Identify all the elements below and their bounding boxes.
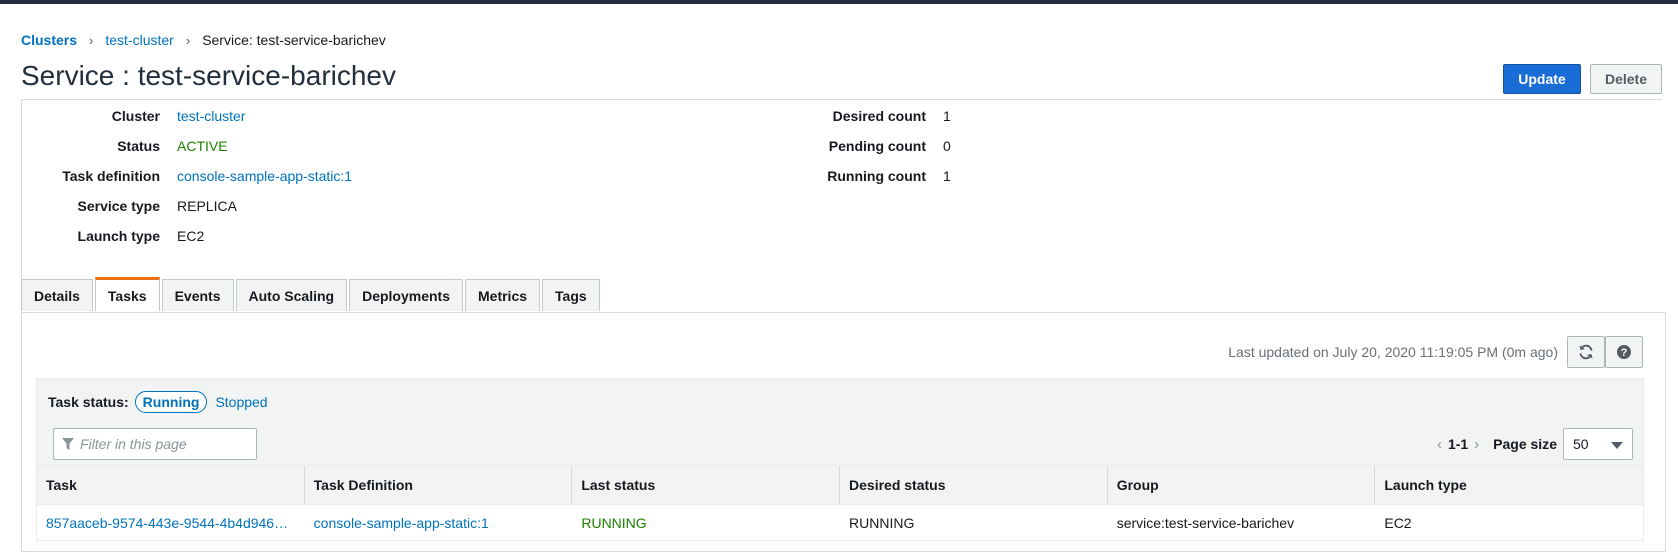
- cell-task: 857aaceb-9574-443e-9544-4b4d946875c1: [37, 505, 305, 540]
- last-updated-text: Last updated on July 20, 2020 11:19:05 P…: [1228, 344, 1558, 360]
- column-header-desired-status[interactable]: Desired status: [840, 466, 1108, 504]
- breadcrumb-cluster-link[interactable]: test-cluster: [105, 32, 173, 48]
- refresh-button[interactable]: [1567, 336, 1605, 368]
- table-header: Task Task Definition Last status Desired…: [37, 465, 1643, 505]
- table-row: 857aaceb-9574-443e-9544-4b4d946875c1 con…: [37, 505, 1643, 541]
- tab-events[interactable]: Events: [161, 279, 234, 311]
- running-count-value: 1: [943, 168, 951, 184]
- details-left-border: [21, 99, 22, 289]
- chevron-right-icon: ›: [185, 32, 191, 48]
- detail-label: Desired count: [832, 108, 926, 124]
- chevron-left-icon[interactable]: ‹: [1437, 436, 1442, 453]
- column-header-task[interactable]: Task: [37, 466, 305, 504]
- filter-bar: ‹ 1-1 › Page size 50: [36, 423, 1644, 465]
- task-definition-link[interactable]: console-sample-app-static:1: [314, 515, 489, 531]
- caret-down-icon: [1611, 442, 1623, 449]
- detail-label: Service type: [77, 198, 161, 214]
- filter-input[interactable]: [78, 435, 252, 453]
- page-size-value: 50: [1573, 436, 1589, 452]
- delete-button[interactable]: Delete: [1590, 64, 1662, 94]
- column-header-launch-type[interactable]: Launch type: [1375, 466, 1643, 504]
- desired-count-value: 1: [943, 108, 951, 124]
- help-icon: ?: [1617, 345, 1631, 359]
- cell-desired-status: RUNNING: [849, 514, 915, 531]
- service-tabs: Details Tasks Events Auto Scaling Deploy…: [21, 277, 602, 313]
- cell-launch-type: EC2: [1384, 514, 1412, 531]
- tab-details[interactable]: Details: [21, 279, 93, 311]
- breadcrumb: Clusters › test-cluster › Service: test-…: [21, 31, 386, 49]
- cell-group: service:test-service-barichev: [1116, 514, 1295, 531]
- detail-label: Task definition: [62, 168, 160, 184]
- service-type-value: REPLICA: [177, 198, 237, 214]
- breadcrumb-current: Service: test-service-barichev: [202, 32, 386, 48]
- title-divider: [21, 99, 1662, 100]
- chevron-right-icon: ›: [89, 32, 94, 48]
- filter-field[interactable]: [53, 428, 257, 460]
- pagination-range: 1-1: [1447, 436, 1469, 452]
- task-id-link[interactable]: 857aaceb-9574-443e-9544-4b4d946875c1: [46, 515, 295, 531]
- detail-label: Launch type: [77, 228, 160, 244]
- detail-label: Running count: [827, 168, 926, 184]
- page-size-select[interactable]: 50: [1563, 428, 1633, 460]
- tab-tags[interactable]: Tags: [542, 279, 600, 311]
- task-status-label: Task status:: [48, 393, 129, 410]
- tab-auto-scaling[interactable]: Auto Scaling: [235, 279, 348, 311]
- task-definition-link[interactable]: console-sample-app-static:1: [177, 168, 352, 184]
- cell-task-definition: console-sample-app-static:1: [305, 505, 573, 540]
- pagination: ‹ 1-1 › Page size 50: [1431, 428, 1633, 460]
- column-header-task-definition[interactable]: Task Definition: [305, 466, 573, 504]
- detail-label: Status: [117, 138, 160, 154]
- svg-text:?: ?: [1621, 347, 1628, 359]
- page-title: Service : test-service-barichev: [21, 60, 397, 91]
- tab-deployments[interactable]: Deployments: [349, 279, 463, 311]
- refresh-icon: [1579, 344, 1593, 360]
- status-running-toggle[interactable]: Running: [134, 390, 208, 413]
- tab-metrics[interactable]: Metrics: [465, 279, 541, 311]
- update-button[interactable]: Update: [1503, 64, 1581, 94]
- status-value: ACTIVE: [177, 138, 228, 154]
- status-stopped-toggle[interactable]: Stopped: [215, 394, 267, 410]
- column-header-last-status[interactable]: Last status: [572, 466, 841, 504]
- detail-label: Cluster: [111, 108, 160, 124]
- tab-tasks[interactable]: Tasks: [94, 277, 160, 311]
- page-size-label: Page size: [1493, 436, 1557, 452]
- breadcrumb-clusters-link[interactable]: Clusters: [21, 32, 77, 48]
- tasks-table: Task Task Definition Last status Desired…: [36, 465, 1644, 541]
- top-nav-bar: [0, 0, 1678, 4]
- help-button[interactable]: ?: [1605, 336, 1643, 368]
- chevron-right-icon[interactable]: ›: [1474, 436, 1479, 453]
- cluster-link[interactable]: test-cluster: [177, 108, 245, 124]
- task-status-bar: Task status: Running Stopped: [36, 378, 1644, 424]
- pending-count-value: 0: [943, 138, 951, 154]
- filter-icon: [62, 438, 74, 450]
- detail-label: Pending count: [828, 138, 926, 154]
- column-header-group[interactable]: Group: [1108, 466, 1376, 504]
- cell-last-status: RUNNING: [581, 514, 647, 531]
- launch-type-value: EC2: [177, 228, 205, 244]
